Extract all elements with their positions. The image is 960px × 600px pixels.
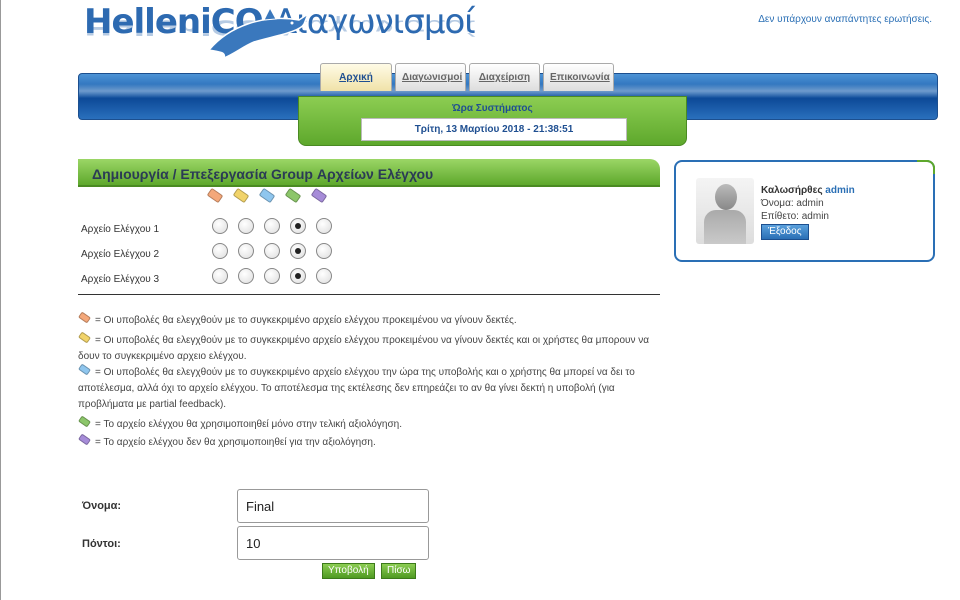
tab-administration[interactable]: Διαχείριση	[469, 63, 540, 91]
radio-yellow[interactable]	[238, 243, 254, 259]
legend-item-orange: = Οι υποβολές θα ελεγχθούν με το συγκεκρ…	[77, 311, 660, 329]
radio-blue[interactable]	[264, 268, 280, 284]
blue-tag-icon	[77, 363, 92, 376]
tag-header-row	[206, 187, 330, 205]
legend-text: = Το αρχείο ελέγχου θα χρησιμοποιηθεί μό…	[95, 419, 402, 430]
panel-header: Δημιουργία / Επεξεργασία Group Αρχείων Ε…	[78, 159, 660, 187]
radio-blue[interactable]	[264, 243, 280, 259]
system-clock-value: Τρίτη, 13 Μαρτίου 2018 - 21:38:51	[361, 118, 627, 141]
legend-item-yellow: = Οι υποβολές θα ελεγχθούν με το συγκεκρ…	[77, 331, 660, 365]
radio-purple[interactable]	[316, 218, 332, 234]
green-tag-icon	[284, 187, 304, 205]
radio-orange[interactable]	[212, 268, 228, 284]
page-left-border	[0, 0, 1, 600]
user-panel: Καλωσήρθες admin Όνομα: admin Επίθετο: a…	[674, 160, 935, 262]
tab-contact[interactable]: Επικοινωνία	[543, 63, 614, 91]
name-label: Όνομα:	[82, 500, 122, 512]
legend-text: = Οι υποβολές θα ελεγχθούν με το συγκεκρ…	[78, 335, 650, 362]
submit-button[interactable]: Υποβολή	[322, 563, 375, 579]
orange-tag-icon	[77, 311, 92, 324]
legend-item-green: = Το αρχείο ελέγχου θα χρησιμοποιηθεί μό…	[77, 415, 660, 433]
divider	[78, 294, 660, 295]
file-row-radio-group	[212, 243, 332, 259]
radio-orange[interactable]	[212, 218, 228, 234]
radio-blue[interactable]	[264, 218, 280, 234]
page-title: Δημιουργία / Επεξεργασία Group Αρχείων Ε…	[92, 166, 434, 182]
legend-text: = Οι υποβολές θα ελεγχθούν με το συγκεκρ…	[95, 315, 517, 326]
radio-purple[interactable]	[316, 243, 332, 259]
name-input[interactable]	[237, 489, 429, 523]
avatar	[696, 178, 754, 244]
yellow-tag-icon	[232, 187, 252, 205]
legend-item-purple: = Το αρχείο ελέγχου δεν θα χρησιμοποιηθε…	[77, 433, 660, 451]
orange-tag-icon	[206, 187, 226, 205]
radio-orange[interactable]	[212, 243, 228, 259]
username-link[interactable]: admin	[825, 185, 854, 196]
radio-green[interactable]	[290, 268, 306, 284]
tab-contests[interactable]: Διαγωνισμοί	[395, 63, 466, 91]
file-row-label: Αρχείο Ελέγχου 3	[81, 274, 160, 285]
radio-green[interactable]	[290, 218, 306, 234]
points-input[interactable]	[237, 526, 429, 560]
radio-yellow[interactable]	[238, 218, 254, 234]
logout-button[interactable]: Έξοδος	[761, 224, 809, 240]
user-info: Καλωσήρθες admin Όνομα: admin Επίθετο: a…	[761, 184, 855, 223]
purple-tag-icon	[77, 433, 92, 446]
legend-item-blue: = Οι υποβολές θα ελεγχθούν με το συγκεκρ…	[77, 363, 660, 413]
points-label: Πόντοι:	[82, 538, 121, 550]
welcome-text: Καλωσήρθες	[761, 185, 823, 196]
radio-yellow[interactable]	[238, 268, 254, 284]
system-clock: Ώρα Συστήματος Τρίτη, 13 Μαρτίου 2018 - …	[298, 96, 687, 146]
radio-purple[interactable]	[316, 268, 332, 284]
site-logo[interactable]: HelleniCO Διαγωνισμοί HelleniCO Διαγωνισ…	[84, 4, 476, 60]
green-tag-icon	[77, 415, 92, 428]
file-row-label: Αρχείο Ελέγχου 1	[81, 224, 160, 235]
user-first-name: Όνομα: admin	[761, 198, 824, 209]
file-row-radio-group	[212, 268, 332, 284]
legend-text: = Το αρχείο ελέγχου δεν θα χρησιμοποιηθε…	[95, 437, 376, 448]
file-row-radio-group	[212, 218, 332, 234]
main-nav-tabs: Αρχική Διαγωνισμοί Διαχείριση Επικοινωνί…	[320, 63, 614, 91]
system-clock-label: Ώρα Συστήματος	[452, 103, 533, 114]
tab-home[interactable]: Αρχική	[320, 63, 392, 91]
back-button[interactable]: Πίσω	[381, 563, 417, 579]
blue-tag-icon	[258, 187, 278, 205]
purple-tag-icon	[310, 187, 330, 205]
radio-green[interactable]	[290, 243, 306, 259]
yellow-tag-icon	[77, 331, 92, 344]
user-last-name: Επίθετο: admin	[761, 211, 829, 222]
legend-text: = Οι υποβολές θα ελεγχθούν με το συγκεκρ…	[78, 367, 635, 410]
file-row-label: Αρχείο Ελέγχου 2	[81, 249, 160, 260]
dolphin-icon	[207, 6, 310, 60]
unanswered-questions-notice[interactable]: Δεν υπάρχουν αναπάντητες ερωτήσεις.	[758, 14, 932, 25]
